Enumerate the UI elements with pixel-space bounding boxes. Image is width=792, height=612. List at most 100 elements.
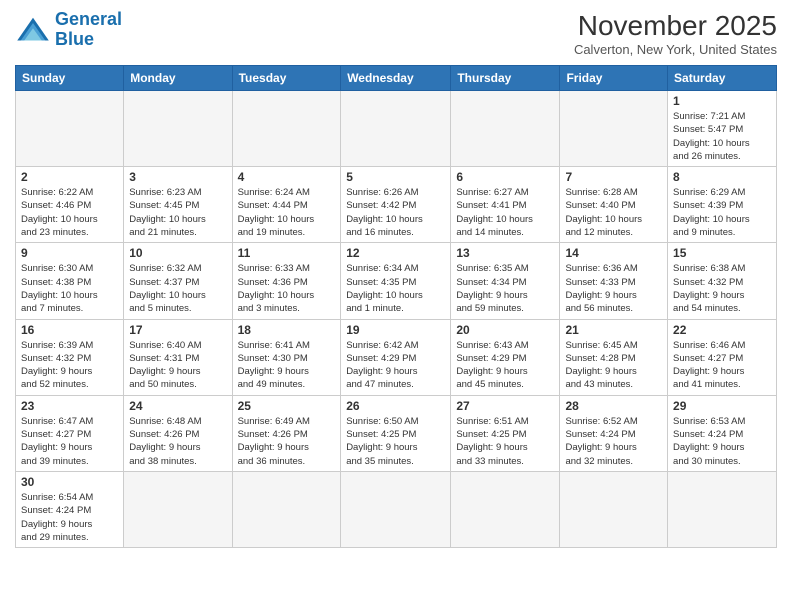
- calendar-cell: 30 Sunrise: 6:54 AMSunset: 4:24 PMDayligh…: [16, 471, 124, 547]
- calendar-cell: [668, 471, 777, 547]
- calendar-cell: 20Sunrise: 6:43 AMSunset: 4:29 PMDayligh…: [451, 319, 560, 395]
- calendar-cell: [232, 471, 341, 547]
- calendar-cell: [560, 471, 668, 547]
- calendar-cell: 5 Sunrise: 6:26 AMSunset: 4:42 PMDaylight…: [341, 167, 451, 243]
- day-number: 9: [21, 246, 118, 260]
- logo-general: General: [55, 9, 122, 29]
- col-header-friday: Friday: [560, 66, 668, 91]
- logo-text: General Blue: [55, 10, 122, 50]
- day-info: Sunrise: 6:43 AMSunset: 4:29 PMDaylight:…: [456, 339, 554, 392]
- calendar-cell: 16 Sunrise: 6:39 AMSunset: 4:32 PMDayligh…: [16, 319, 124, 395]
- day-info: Sunrise: 6:42 AMSunset: 4:29 PMDaylight:…: [346, 339, 445, 392]
- calendar-cell: [232, 91, 341, 167]
- day-info: Sunrise: 6:34 AMSunset: 4:35 PMDaylight:…: [346, 262, 445, 315]
- calendar-week-row: 1 Sunrise: 7:21 AMSunset: 5:47 PMDaylight…: [16, 91, 777, 167]
- calendar-cell: 19 Sunrise: 6:42 AMSunset: 4:29 PMDayligh…: [341, 319, 451, 395]
- day-number: 25: [238, 399, 336, 413]
- calendar-cell: 26 Sunrise: 6:50 AMSunset: 4:25 PMDayligh…: [341, 395, 451, 471]
- calendar-cell: 7 Sunrise: 6:28 AMSunset: 4:40 PMDaylight…: [560, 167, 668, 243]
- day-number: 19: [346, 323, 445, 337]
- calendar-cell: 8 Sunrise: 6:29 AMSunset: 4:39 PMDaylight…: [668, 167, 777, 243]
- day-number: 7: [565, 170, 662, 184]
- day-info: Sunrise: 6:33 AMSunset: 4:36 PMDaylight:…: [238, 262, 336, 315]
- day-info: Sunrise: 6:32 AMSunset: 4:37 PMDaylight:…: [129, 262, 226, 315]
- day-info: Sunrise: 6:46 AMSunset: 4:27 PMDaylight:…: [673, 339, 771, 392]
- day-number: 29: [673, 399, 771, 413]
- calendar-cell: [560, 91, 668, 167]
- calendar-cell: 3 Sunrise: 6:23 AMSunset: 4:45 PMDaylight…: [124, 167, 232, 243]
- col-header-saturday: Saturday: [668, 66, 777, 91]
- calendar-cell: 10 Sunrise: 6:32 AMSunset: 4:37 PMDayligh…: [124, 243, 232, 319]
- day-number: 10: [129, 246, 226, 260]
- day-info: Sunrise: 6:50 AMSunset: 4:25 PMDaylight:…: [346, 415, 445, 468]
- day-info: Sunrise: 6:26 AMSunset: 4:42 PMDaylight:…: [346, 186, 445, 239]
- day-info: Sunrise: 6:54 AMSunset: 4:24 PMDaylight:…: [21, 491, 118, 544]
- day-info: Sunrise: 6:27 AMSunset: 4:41 PMDaylight:…: [456, 186, 554, 239]
- calendar-cell: 2Sunrise: 6:22 AMSunset: 4:46 PMDaylight…: [16, 167, 124, 243]
- day-number: 24: [129, 399, 226, 413]
- day-info: Sunrise: 6:29 AMSunset: 4:39 PMDaylight:…: [673, 186, 771, 239]
- day-info: Sunrise: 6:38 AMSunset: 4:32 PMDaylight:…: [673, 262, 771, 315]
- day-number: 3: [129, 170, 226, 184]
- col-header-tuesday: Tuesday: [232, 66, 341, 91]
- page: General Blue November 2025 Calverton, Ne…: [0, 0, 792, 612]
- day-number: 30: [21, 475, 118, 489]
- day-number: 28: [565, 399, 662, 413]
- col-header-sunday: Sunday: [16, 66, 124, 91]
- calendar-cell: 24 Sunrise: 6:48 AMSunset: 4:26 PMDayligh…: [124, 395, 232, 471]
- calendar-cell: 1 Sunrise: 7:21 AMSunset: 5:47 PMDaylight…: [668, 91, 777, 167]
- generalblue-logo-icon: [15, 16, 51, 44]
- logo: General Blue: [15, 10, 122, 50]
- calendar-week-row: 2Sunrise: 6:22 AMSunset: 4:46 PMDaylight…: [16, 167, 777, 243]
- day-number: 18: [238, 323, 336, 337]
- calendar-cell: 4 Sunrise: 6:24 AMSunset: 4:44 PMDaylight…: [232, 167, 341, 243]
- day-info: Sunrise: 6:28 AMSunset: 4:40 PMDaylight:…: [565, 186, 662, 239]
- day-number: 23: [21, 399, 118, 413]
- day-number: 8: [673, 170, 771, 184]
- day-number: 13: [456, 246, 554, 260]
- calendar-cell: 13Sunrise: 6:35 AMSunset: 4:34 PMDayligh…: [451, 243, 560, 319]
- day-info: Sunrise: 6:24 AMSunset: 4:44 PMDaylight:…: [238, 186, 336, 239]
- day-info: Sunrise: 6:40 AMSunset: 4:31 PMDaylight:…: [129, 339, 226, 392]
- calendar-week-row: 23Sunrise: 6:47 AMSunset: 4:27 PMDayligh…: [16, 395, 777, 471]
- day-number: 12: [346, 246, 445, 260]
- calendar-cell: 29 Sunrise: 6:53 AMSunset: 4:24 PMDayligh…: [668, 395, 777, 471]
- day-info: Sunrise: 6:36 AMSunset: 4:33 PMDaylight:…: [565, 262, 662, 315]
- calendar-cell: 12 Sunrise: 6:34 AMSunset: 4:35 PMDayligh…: [341, 243, 451, 319]
- calendar-cell: 22 Sunrise: 6:46 AMSunset: 4:27 PMDayligh…: [668, 319, 777, 395]
- day-info: Sunrise: 6:41 AMSunset: 4:30 PMDaylight:…: [238, 339, 336, 392]
- calendar-cell: 25Sunrise: 6:49 AMSunset: 4:26 PMDayligh…: [232, 395, 341, 471]
- day-number: 22: [673, 323, 771, 337]
- calendar-cell: [124, 471, 232, 547]
- day-number: 17: [129, 323, 226, 337]
- day-number: 5: [346, 170, 445, 184]
- col-header-monday: Monday: [124, 66, 232, 91]
- day-number: 4: [238, 170, 336, 184]
- calendar-cell: 21Sunrise: 6:45 AMSunset: 4:28 PMDayligh…: [560, 319, 668, 395]
- title-block: November 2025 Calverton, New York, Unite…: [574, 10, 777, 57]
- day-info: Sunrise: 6:51 AMSunset: 4:25 PMDaylight:…: [456, 415, 554, 468]
- calendar-cell: [124, 91, 232, 167]
- day-info: Sunrise: 6:30 AMSunset: 4:38 PMDaylight:…: [21, 262, 118, 315]
- day-number: 26: [346, 399, 445, 413]
- day-number: 6: [456, 170, 554, 184]
- month-title: November 2025: [574, 10, 777, 42]
- day-number: 1: [673, 94, 771, 108]
- day-info: Sunrise: 6:22 AMSunset: 4:46 PMDaylight:…: [21, 186, 118, 239]
- calendar-cell: 11Sunrise: 6:33 AMSunset: 4:36 PMDayligh…: [232, 243, 341, 319]
- day-info: Sunrise: 6:53 AMSunset: 4:24 PMDaylight:…: [673, 415, 771, 468]
- calendar-cell: 6 Sunrise: 6:27 AMSunset: 4:41 PMDaylight…: [451, 167, 560, 243]
- calendar-cell: [341, 91, 451, 167]
- day-info: Sunrise: 6:39 AMSunset: 4:32 PMDaylight:…: [21, 339, 118, 392]
- day-info: Sunrise: 6:23 AMSunset: 4:45 PMDaylight:…: [129, 186, 226, 239]
- calendar-cell: 18 Sunrise: 6:41 AMSunset: 4:30 PMDayligh…: [232, 319, 341, 395]
- day-number: 16: [21, 323, 118, 337]
- day-info: Sunrise: 6:48 AMSunset: 4:26 PMDaylight:…: [129, 415, 226, 468]
- col-header-wednesday: Wednesday: [341, 66, 451, 91]
- calendar-week-row: 9 Sunrise: 6:30 AMSunset: 4:38 PMDaylight…: [16, 243, 777, 319]
- calendar-cell: 9 Sunrise: 6:30 AMSunset: 4:38 PMDaylight…: [16, 243, 124, 319]
- calendar-cell: 15Sunrise: 6:38 AMSunset: 4:32 PMDayligh…: [668, 243, 777, 319]
- calendar-cell: [16, 91, 124, 167]
- calendar-week-row: 30 Sunrise: 6:54 AMSunset: 4:24 PMDayligh…: [16, 471, 777, 547]
- day-info: Sunrise: 7:21 AMSunset: 5:47 PMDaylight:…: [673, 110, 771, 163]
